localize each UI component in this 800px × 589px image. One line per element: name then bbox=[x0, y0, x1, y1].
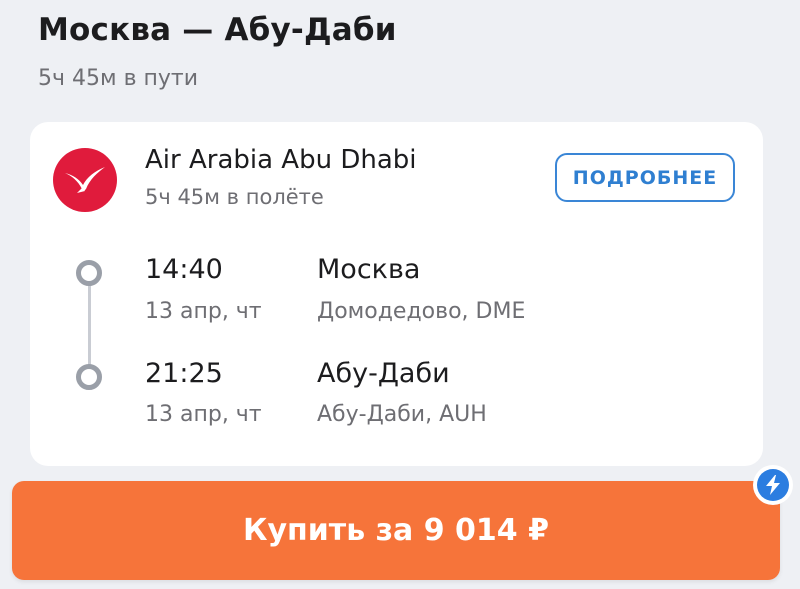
arrival-date: 13 апр, чт bbox=[145, 402, 262, 427]
details-button[interactable]: ПОДРОБНЕЕ bbox=[555, 153, 735, 202]
departure-airport: Домодедово, DME bbox=[317, 299, 526, 324]
route-title: Москва — Абу-Даби bbox=[38, 12, 397, 48]
flight-card: Air Arabia Abu Dhabi 5ч 45м в полёте ПОД… bbox=[30, 122, 763, 466]
departure-date: 13 апр, чт bbox=[145, 299, 262, 324]
gull-icon bbox=[65, 167, 105, 193]
airline-name: Air Arabia Abu Dhabi bbox=[145, 145, 417, 175]
arrival-city: Абу-Даби bbox=[317, 358, 450, 389]
route-duration: 5ч 45м в пути bbox=[38, 66, 199, 91]
flight-duration: 5ч 45м в полёте bbox=[145, 185, 324, 209]
departure-time: 14:40 bbox=[145, 254, 223, 285]
departure-city: Москва bbox=[317, 254, 421, 285]
buy-button[interactable]: Купить за 9 014 ₽ bbox=[12, 481, 780, 580]
arrival-dot-icon bbox=[76, 364, 102, 390]
timeline-line bbox=[88, 280, 91, 376]
airline-logo bbox=[53, 148, 117, 212]
flash-badge bbox=[753, 465, 793, 505]
departure-dot-icon bbox=[76, 260, 102, 286]
arrival-time: 21:25 bbox=[145, 358, 223, 389]
arrival-airport: Абу-Даби, AUH bbox=[317, 402, 487, 427]
lightning-icon bbox=[766, 475, 780, 495]
